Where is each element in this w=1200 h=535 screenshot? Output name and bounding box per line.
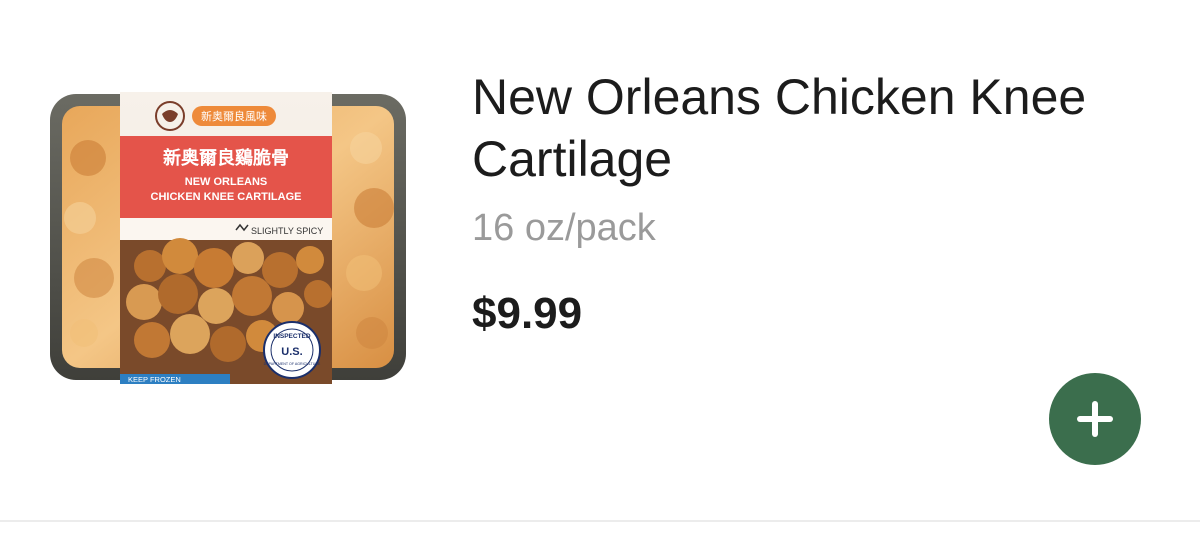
package-chinese-top: 新奥爾良風味 [201, 109, 267, 123]
product-title[interactable]: New Orleans Chicken Knee Cartilage [472, 66, 1172, 190]
seal-inspected-text: INSPECTED [273, 333, 311, 340]
product-size: 16 oz/pack [472, 207, 656, 249]
keep-frozen-text: KEEP FROZEN [128, 375, 181, 384]
seal-department-text: DEPARTMENT OF AGRICULTURE [264, 362, 321, 366]
product-list-row[interactable]: 新奥爾良風味 新奥爾良鷄脆骨 NEW ORLEANS CHICKEN KNEE … [0, 0, 1200, 535]
product-price: $9.99 [472, 289, 583, 338]
package-chinese-main: 新奥爾良鷄脆骨 [163, 147, 289, 168]
package-english-line1: NEW ORLEANS [185, 176, 268, 188]
package-spice-level: SLIGHTLY SPICY [251, 226, 323, 236]
row-divider [0, 520, 1200, 522]
plus-icon [1077, 401, 1113, 437]
product-image[interactable]: 新奥爾良風味 新奥爾良鷄脆骨 NEW ORLEANS CHICKEN KNEE … [48, 88, 408, 384]
package-english-line2: CHICKEN KNEE CARTILAGE [151, 191, 302, 203]
seal-us-text: U.S. [281, 346, 302, 358]
product-info: New Orleans Chicken Knee Cartilage 16 oz… [472, 66, 1172, 340]
add-to-cart-button[interactable] [1049, 373, 1141, 465]
